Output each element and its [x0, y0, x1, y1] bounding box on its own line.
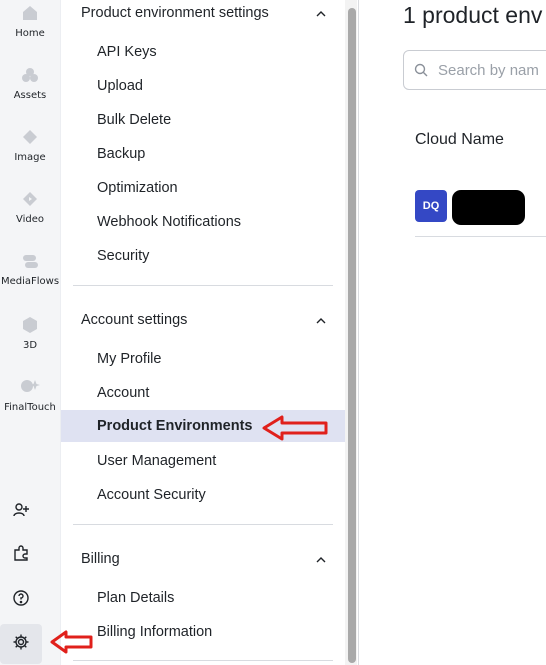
- nav-item-optimization[interactable]: Optimization: [61, 172, 345, 204]
- nav-item-account[interactable]: Account: [61, 377, 345, 409]
- nav-item-bulk-delete[interactable]: Bulk Delete: [61, 104, 345, 136]
- avatar: DQ: [415, 190, 447, 222]
- section-header-account-settings[interactable]: Account settings: [81, 307, 333, 333]
- table-row[interactable]: DQ: [415, 186, 546, 226]
- rail-item-video[interactable]: Video: [0, 186, 60, 242]
- rail-label-finaltouch: FinalTouch: [4, 402, 56, 413]
- puzzle-icon: [12, 544, 30, 567]
- rail-item-assets[interactable]: Assets: [0, 62, 60, 118]
- nav-item-my-profile[interactable]: My Profile: [61, 343, 345, 375]
- gear-icon: [12, 633, 30, 656]
- addons-button[interactable]: [0, 535, 42, 575]
- chevron-up-icon: [315, 314, 327, 326]
- nav-item-backup[interactable]: Backup: [61, 138, 345, 170]
- section-header-billing[interactable]: Billing: [81, 546, 333, 572]
- rail-label-mediaflows: MediaFlows: [0, 276, 60, 287]
- nav-item-account-security[interactable]: Account Security: [61, 479, 345, 511]
- chevron-up-icon: [315, 7, 327, 19]
- section-header-product-environment-settings[interactable]: Product environment settings: [81, 0, 333, 26]
- mediaflows-icon: [19, 250, 41, 272]
- section-divider: [73, 285, 333, 286]
- page-title: 1 product env: [403, 2, 543, 28]
- rail-label-video: Video: [15, 214, 45, 225]
- nav-item-user-management[interactable]: User Management: [61, 445, 345, 477]
- annotation-arrow-icon: [262, 415, 328, 441]
- settings-panel: Product environment settings API Keys Up…: [61, 0, 345, 665]
- home-icon: [19, 2, 41, 24]
- redacted-cloud-name: [452, 190, 525, 225]
- invite-user-button[interactable]: [0, 492, 42, 532]
- image-icon: [19, 126, 41, 148]
- nav-item-security[interactable]: Security: [61, 240, 345, 272]
- annotation-arrow-icon: [50, 630, 93, 654]
- search-input[interactable]: [436, 60, 546, 80]
- rail-label-3d: 3D: [22, 340, 38, 351]
- main-content: 1 product env Cloud Name DQ: [359, 0, 546, 665]
- icon-rail: Home Assets Image Video MediaFlows 3D Fi…: [0, 0, 61, 665]
- rail-item-finaltouch[interactable]: FinalTouch: [0, 374, 60, 430]
- section-title: Account settings: [81, 312, 188, 328]
- section-title: Billing: [81, 551, 120, 567]
- finaltouch-icon: [19, 376, 41, 398]
- row-divider: [415, 236, 546, 237]
- nav-item-billing-information[interactable]: Billing Information: [61, 616, 345, 648]
- rail-item-home[interactable]: Home: [0, 0, 60, 56]
- settings-button[interactable]: [0, 624, 42, 664]
- nav-item-upload[interactable]: Upload: [61, 70, 345, 102]
- scrollbar-thumb[interactable]: [348, 8, 356, 663]
- search-icon: [414, 63, 428, 77]
- cube-icon: [19, 314, 41, 336]
- rail-label-home: Home: [15, 28, 45, 39]
- nav-item-plan-details[interactable]: Plan Details: [61, 582, 345, 614]
- rail-label-image: Image: [14, 152, 46, 163]
- rail-item-image[interactable]: Image: [0, 124, 60, 180]
- rail-label-assets: Assets: [13, 90, 47, 101]
- chevron-up-icon: [315, 553, 327, 565]
- nav-item-api-keys[interactable]: API Keys: [61, 36, 345, 68]
- column-header-cloud-name[interactable]: Cloud Name: [415, 131, 504, 149]
- rail-item-3d[interactable]: 3D: [0, 312, 60, 368]
- section-title: Product environment settings: [81, 5, 269, 21]
- search-box[interactable]: [403, 50, 546, 90]
- assets-icon: [19, 64, 41, 86]
- nav-item-webhook-notifications[interactable]: Webhook Notifications: [61, 206, 345, 238]
- help-icon: [12, 589, 30, 612]
- section-divider: [73, 524, 333, 525]
- section-divider: [73, 660, 333, 661]
- video-icon: [19, 188, 41, 210]
- rail-item-mediaflows[interactable]: MediaFlows: [0, 248, 60, 304]
- add-user-icon: [12, 501, 30, 524]
- help-button[interactable]: [0, 580, 42, 620]
